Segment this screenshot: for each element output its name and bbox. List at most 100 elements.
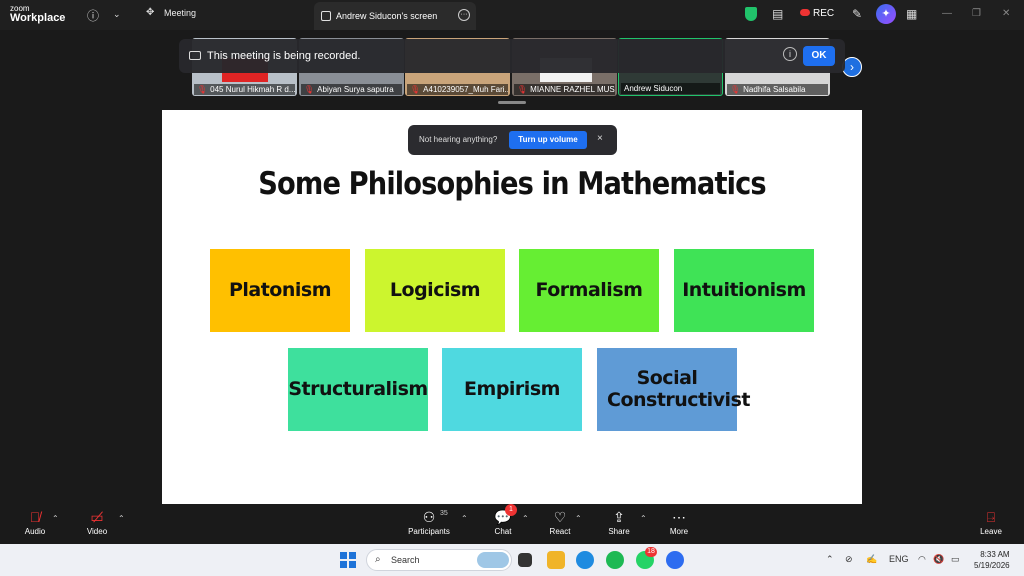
meeting-toolbar: 🎙̸ Audio ⌃ ▭̸ Video ⌃ ⚇ Participants 35 … [0, 504, 1024, 544]
battery-icon[interactable]: ▭ [951, 554, 960, 565]
windows-start-icon[interactable] [340, 552, 356, 568]
slide-title: Some Philosophies in Mathematics [258, 166, 766, 202]
share-caret-icon[interactable]: ⌃ [640, 514, 647, 523]
philosophy-box: Logicism [365, 249, 505, 332]
clock-date: 5/19/2026 [974, 561, 1010, 570]
participant-name: 🎙 A410239057_Muh Fari... [407, 84, 508, 95]
chat-caret-icon[interactable]: ⌃ [522, 514, 529, 523]
spotify-icon[interactable] [606, 551, 624, 569]
participant-name: Andrew Siducon [621, 83, 720, 94]
philosophy-box: Empirism [442, 348, 582, 431]
no-network-eye-icon[interactable]: ⊘ [845, 554, 853, 565]
more-button[interactable]: ⋯ More [654, 507, 704, 536]
screen-share-icon [321, 11, 331, 21]
participant-name: 🎙 045 Nurul Hikmah R d... [194, 84, 295, 95]
recording-indicator[interactable]: REC [800, 8, 834, 19]
chat-icon: 💬 [494, 509, 512, 525]
philosophy-box: Formalism [519, 249, 659, 332]
volume-muted-icon[interactable]: 🔇 [933, 554, 944, 565]
chat-button[interactable]: 💬 Chat [478, 507, 528, 536]
screen-share-tab[interactable]: Andrew Siducon's screen ··· [314, 2, 476, 30]
meeting-tab[interactable]: Meeting [164, 8, 196, 18]
task-view-icon[interactable] [518, 553, 532, 567]
philosophy-label: Empirism [464, 377, 560, 400]
philosophy-box: Intuitionism [674, 249, 814, 332]
participant-name-text: A410239057_Muh Fari... [423, 85, 508, 94]
wifi-icon[interactable]: ◠ [918, 554, 926, 565]
share-button[interactable]: ⇪ Share [594, 507, 644, 536]
philosophy-label: Formalism [535, 278, 643, 301]
leave-label: Leave [980, 527, 1002, 536]
muted-mic-icon: 🎙 [517, 85, 528, 94]
react-label: React [549, 527, 571, 536]
security-shield-icon[interactable] [745, 7, 757, 21]
view-layout-icon[interactable]: ▦ [906, 7, 917, 21]
minimize-icon[interactable]: — [942, 8, 952, 19]
chat-badge: 1 [505, 504, 517, 516]
chevron-down-icon[interactable]: ⌄ [113, 9, 121, 20]
philosophy-box: Platonism [210, 249, 350, 332]
next-page-chevron-icon[interactable]: › [842, 57, 862, 77]
zoom-taskbar-icon[interactable] [666, 551, 684, 569]
participant-name-text: Abiyan Surya saputra [317, 85, 394, 94]
leave-button[interactable]: ⍈ Leave [966, 507, 1016, 536]
participants-label: Participants [408, 527, 450, 536]
more-options-icon[interactable]: ··· [458, 9, 470, 21]
share-label: Share [608, 527, 630, 536]
video-button[interactable]: ▭̸ Video [72, 507, 122, 536]
philosophy-label: Social Constructivist [607, 366, 750, 411]
video-off-icon: ▭̸ [90, 509, 104, 525]
participant-name: 🎙 MIANNE RAZHEL MUSA [514, 84, 615, 95]
taskbar-search[interactable]: ⌕ Search [366, 549, 512, 571]
close-icon[interactable]: × [597, 133, 603, 144]
pen-settings-icon[interactable]: ✍ [866, 554, 877, 565]
info-icon[interactable]: i [783, 47, 797, 61]
edge-browser-icon[interactable] [576, 551, 594, 569]
search-placeholder: Search [391, 555, 420, 565]
muted-mic-icon: 🎙 [730, 85, 741, 94]
audio-options-caret-icon[interactable]: ⌃ [52, 514, 59, 523]
ai-companion-icon[interactable]: ✦ [876, 4, 896, 24]
show-hidden-icons-chevron-icon[interactable]: ⌃ [826, 554, 834, 565]
strip-drag-handle[interactable] [498, 101, 526, 104]
share-screen-icon: ⇪ [613, 509, 625, 525]
leave-door-icon: ⍈ [986, 509, 996, 525]
annotate-pen-icon[interactable]: ✎ [852, 7, 862, 21]
participant-name-text: Nadhifa Salsabila [743, 85, 806, 94]
muted-mic-icon: 🎙 [304, 85, 315, 94]
close-window-icon[interactable]: ✕ [1002, 8, 1010, 19]
more-dots-icon: ⋯ [672, 509, 686, 525]
participants-caret-icon[interactable]: ⌃ [461, 514, 468, 523]
philosophy-label: Platonism [228, 278, 332, 301]
cloud-record-icon [800, 9, 810, 16]
chat-label: Chat [494, 527, 512, 536]
file-explorer-icon[interactable] [547, 551, 565, 569]
participants-count: 35 [440, 510, 448, 517]
react-caret-icon[interactable]: ⌃ [575, 514, 582, 523]
video-options-caret-icon[interactable]: ⌃ [118, 514, 125, 523]
philosophy-label: Structuralism [288, 377, 428, 400]
taskbar-clock[interactable]: 8:33 AM 5/19/2026 [974, 549, 1010, 571]
ok-button[interactable]: OK [803, 46, 835, 66]
logo-line2: Workplace [10, 12, 66, 24]
muted-mic-icon: 🎙 [197, 85, 208, 94]
audio-label: Audio [24, 527, 46, 536]
audio-toast: Not hearing anything? Turn up volume × [408, 125, 617, 155]
turn-up-volume-button[interactable]: Turn up volume [509, 131, 587, 149]
notes-icon[interactable]: ▤ [772, 7, 783, 21]
rec-label: REC [813, 8, 835, 19]
philosophy-label: Logicism [389, 278, 481, 301]
philosophy-label: Intuitionism [682, 278, 806, 301]
info-icon[interactable]: ⓘ [87, 7, 99, 24]
language-indicator[interactable]: ENG [889, 554, 909, 564]
participant-name: 🎙 Abiyan Surya saputra [301, 84, 402, 95]
participant-name-text: MIANNE RAZHEL MUSA [530, 85, 615, 94]
search-highlight-image [477, 552, 509, 568]
restore-icon[interactable]: ❐ [972, 8, 981, 19]
participant-name-text: 045 Nurul Hikmah R d... [210, 85, 295, 94]
toast-message: Not hearing anything? [419, 135, 498, 144]
windows-taskbar: ⌕ Search 18 ⌃ ⊘ ✍ ENG ◠ 🔇 ▭ 8:33 AM 5/19… [0, 544, 1024, 576]
shared-screen-slide: Not hearing anything? Turn up volume × S… [162, 110, 862, 504]
philosophy-box: Social Constructivist [597, 348, 750, 431]
recording-notice-banner: This meeting is being recorded. i OK [179, 39, 845, 73]
